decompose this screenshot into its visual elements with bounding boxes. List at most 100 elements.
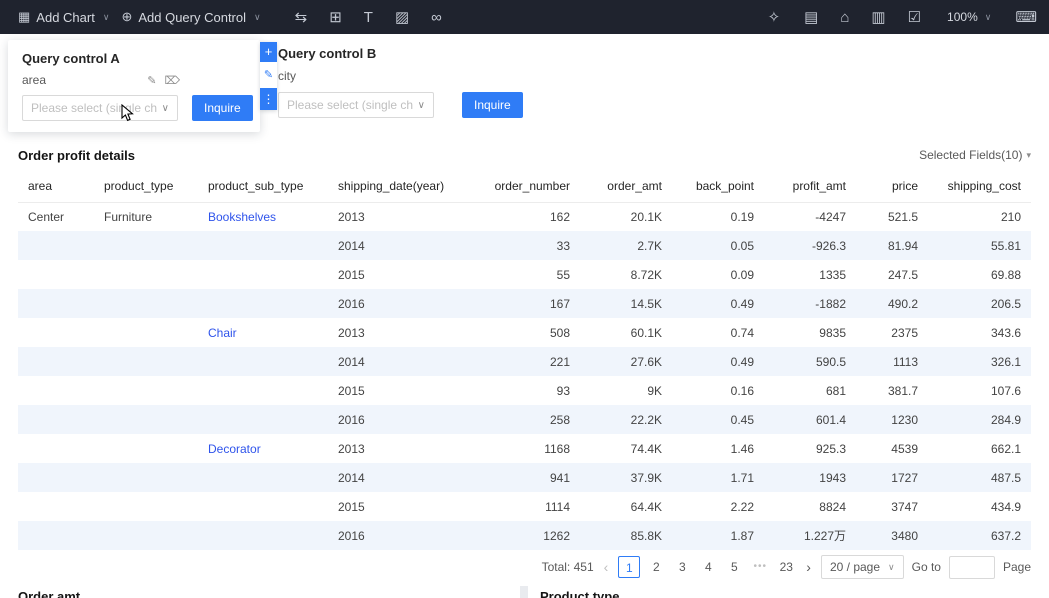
- goto-label: Go to: [911, 560, 941, 574]
- table-cell: [198, 521, 328, 550]
- chevron-down-icon: ∨: [888, 561, 895, 572]
- table-cell: [18, 347, 94, 376]
- select-placeholder: Please select (single ch...: [287, 98, 414, 112]
- table-cell: [94, 289, 198, 318]
- column-header: shipping_date(year): [328, 170, 470, 203]
- table-cell: [94, 318, 198, 347]
- table-cell: -926.3: [811, 238, 846, 253]
- pagination-page[interactable]: 2: [646, 556, 666, 578]
- table-row: 2016 258 22.2K 0.45 601.4 1230 284.9: [18, 405, 1031, 434]
- table-cell: 284.9: [990, 412, 1021, 427]
- pagination-page[interactable]: 4: [698, 556, 718, 578]
- bottom-right-widget: Product type: [528, 586, 1049, 598]
- table-row: 2015 1114 64.4K 2.22 8824 3747 434.9: [18, 492, 1031, 521]
- top-toolbar: ▦ Add Chart ∨ ⊕ Add Query Control ∨ ⇆ ⊞ …: [0, 0, 1049, 34]
- publish-check-icon[interactable]: ☑: [908, 8, 921, 26]
- more-options-button[interactable]: ⋮: [260, 88, 277, 110]
- column-header: back_point: [672, 170, 764, 203]
- table-cell: [198, 376, 328, 405]
- table-cell: 1.87: [730, 528, 754, 543]
- table-cell: 1.46: [730, 441, 754, 456]
- template-icon[interactable]: ⌂: [840, 9, 849, 26]
- table-cell: 14.5K: [630, 296, 662, 311]
- query-controls-area: Query control A area ✎ ⌦ Please select (…: [0, 34, 1049, 140]
- table-cell: 1943: [819, 470, 846, 485]
- table-cell[interactable]: Decorator: [198, 434, 328, 463]
- table-cell: 107.6: [990, 383, 1021, 398]
- pagination-page[interactable]: 3: [672, 556, 692, 578]
- bottom-right-widget-title: Product type: [540, 589, 620, 598]
- table-cell: 0.09: [730, 267, 754, 282]
- table-cell: 8824: [819, 499, 846, 514]
- page-size-select[interactable]: 20 / page ∨: [820, 555, 904, 579]
- text-widget-icon[interactable]: T: [364, 9, 373, 26]
- inquire-button-b[interactable]: Inquire: [462, 92, 523, 118]
- file-icon[interactable]: ▤: [804, 8, 818, 26]
- table-cell: 2.22: [730, 499, 754, 514]
- dashboard-action-icons: ▤ ⌂ ▥ ☑: [804, 8, 921, 27]
- widget-switch-icon[interactable]: ⇆: [295, 8, 308, 26]
- table-cell: 601.4: [815, 412, 846, 427]
- keyboard-shortcuts-icon[interactable]: ⌨: [1015, 8, 1037, 26]
- pagination-next[interactable]: ›: [804, 559, 813, 575]
- table-cell: 55.81: [990, 238, 1021, 253]
- table-cell: 81.94: [887, 238, 918, 253]
- add-query-control-label: Add Query Control: [138, 9, 247, 25]
- table-cell: 4539: [891, 441, 918, 456]
- pagination-ellipsis: •••: [753, 561, 768, 572]
- theme-icon[interactable]: ✧: [768, 8, 781, 26]
- table-cell: 206.5: [990, 296, 1021, 311]
- page-size-label: 20 / page: [829, 560, 881, 574]
- link-widget-icon[interactable]: ∞: [431, 9, 442, 26]
- table-cell: 0.74: [730, 325, 754, 340]
- table-cell: 0.16: [730, 383, 754, 398]
- zoom-control[interactable]: 100% ∨: [947, 10, 991, 24]
- table-cell: [198, 231, 328, 260]
- select-placeholder: Please select (single ch...: [31, 101, 158, 115]
- table-cell: [198, 492, 328, 521]
- edit-widget-button[interactable]: ✎: [260, 62, 277, 88]
- add-widget-button[interactable]: +: [260, 42, 277, 62]
- table-cell: 8.72K: [630, 267, 662, 282]
- pagination-page[interactable]: 23: [776, 556, 796, 578]
- pagination-page[interactable]: 1: [618, 556, 641, 578]
- add-query-control-icon: ⊕: [121, 9, 133, 24]
- table-cell: 681: [825, 383, 846, 398]
- table-row: Decorator 2013 1168 74.4K 1.46 925.3 4539 662.1: [18, 434, 1031, 463]
- table-cell: [94, 376, 198, 405]
- table-row: 2014 941 37.9K 1.71 1943 1727 487.5: [18, 463, 1031, 492]
- table-cell[interactable]: Bookshelves: [198, 202, 328, 231]
- selected-fields-dropdown[interactable]: Selected Fields(10) ▾: [919, 148, 1031, 162]
- table-cell: 60.1K: [630, 325, 662, 340]
- widget-divider: [520, 586, 528, 598]
- inquire-button-a[interactable]: Inquire: [192, 95, 253, 121]
- export-icon[interactable]: ▥: [871, 8, 885, 26]
- table-cell: 1.71: [730, 470, 754, 485]
- add-chart-icon: ▦: [18, 9, 31, 24]
- table-cell[interactable]: Chair: [198, 318, 328, 347]
- table-cell: -4247: [815, 209, 846, 224]
- table-cell: 0.49: [730, 296, 754, 311]
- tab-container-icon[interactable]: ⊞: [329, 8, 342, 26]
- order-profit-table-widget: Order profit details Selected Fields(10)…: [0, 140, 1049, 584]
- table-cell: -1882: [815, 296, 846, 311]
- add-chart-menu[interactable]: ▦ Add Chart ∨: [12, 9, 115, 25]
- area-select[interactable]: Please select (single ch... ∨: [22, 95, 178, 121]
- mouse-cursor: [121, 104, 134, 122]
- edit-icon[interactable]: ✎: [147, 74, 156, 87]
- city-select[interactable]: Please select (single ch... ∨: [278, 92, 434, 118]
- add-query-control-menu[interactable]: ⊕ Add Query Control ∨: [115, 9, 266, 25]
- table-cell: [198, 405, 328, 434]
- table-cell: 637.2: [990, 528, 1021, 543]
- pagination-prev[interactable]: ‹: [602, 559, 611, 575]
- table-cell: 247.5: [887, 267, 918, 282]
- image-widget-icon[interactable]: ▨: [395, 8, 409, 26]
- table-row: 2016 167 14.5K 0.49 -1882 490.2 206.5: [18, 289, 1031, 318]
- goto-page-input[interactable]: [948, 555, 995, 579]
- query-field-city: city: [278, 69, 296, 83]
- delete-icon[interactable]: ⌦: [164, 74, 180, 87]
- table-cell: 941: [549, 470, 570, 485]
- page-label: Page: [1002, 560, 1031, 574]
- bottom-left-widget-title: Order amt: [18, 589, 81, 598]
- pagination-page[interactable]: 5: [724, 556, 744, 578]
